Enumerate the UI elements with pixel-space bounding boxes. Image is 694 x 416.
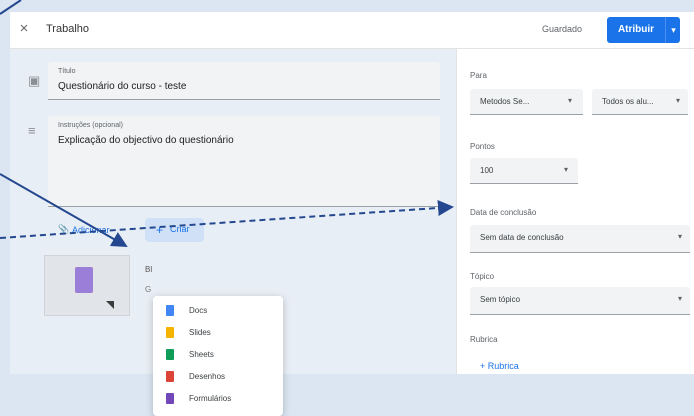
create-menu: Docs Slides Sheets Desenhos Formulários	[153, 296, 283, 416]
add-rubric-button[interactable]: + Rubrica	[480, 361, 519, 371]
forms-icon	[166, 393, 174, 404]
assign-button[interactable]: Atribuir	[607, 17, 665, 43]
class-select[interactable]: Metodos Se... ▾	[470, 89, 583, 115]
points-value: 100	[480, 166, 494, 175]
docs-icon	[166, 305, 174, 316]
drawings-icon	[166, 371, 174, 382]
students-value: Todos os alu...	[602, 97, 654, 106]
topic-select[interactable]: Sem tópico ▾	[470, 287, 690, 315]
plus-icon: +	[156, 223, 164, 237]
points-label: Pontos	[470, 142, 495, 151]
menu-item-docs[interactable]: Docs	[153, 301, 283, 321]
students-select[interactable]: Todos os alu... ▾	[592, 89, 688, 115]
for-label: Para	[470, 71, 487, 80]
menu-label-sheets: Sheets	[189, 350, 214, 359]
chevron-down-icon: ▾	[564, 165, 569, 174]
topic-value: Sem tópico	[480, 295, 521, 304]
menu-label-slides: Slides	[189, 328, 211, 337]
instructions-value: Explicação do objectivo do questionário	[58, 135, 234, 146]
attachment-subtitle-partial: G	[145, 285, 152, 294]
corner-fold-icon	[106, 301, 114, 309]
assign-options-button[interactable]: ▾	[665, 17, 681, 43]
menu-item-drawings[interactable]: Desenhos	[153, 367, 283, 387]
chevron-down-icon: ▾	[678, 294, 683, 303]
title-value: Questionário do curso - teste	[58, 81, 187, 92]
page-title: Trabalho	[46, 23, 90, 35]
chevron-down-icon: ▾	[676, 96, 681, 105]
forms-file-icon	[75, 267, 93, 293]
create-button[interactable]: + Criar	[145, 218, 204, 242]
attached-form-card[interactable]	[44, 255, 130, 316]
assignment-details: ▣ Título Questionário do curso - teste ≡…	[10, 49, 456, 416]
slides-icon	[166, 327, 174, 338]
close-icon[interactable]: ×	[16, 21, 32, 37]
menu-label-drawings: Desenhos	[189, 372, 226, 381]
instructions-field[interactable]: Instruções (opcional) Explicação do obje…	[48, 116, 440, 207]
due-date-label: Data de conclusão	[470, 208, 537, 217]
due-date-value: Sem data de conclusão	[480, 233, 564, 242]
attach-icon[interactable]: 📎	[58, 224, 69, 235]
points-select[interactable]: 100 ▾	[470, 158, 578, 184]
add-button[interactable]: Adicionar	[72, 225, 110, 235]
menu-label-docs: Docs	[189, 306, 208, 315]
menu-item-forms[interactable]: Formulários	[153, 389, 283, 409]
sheets-icon	[166, 349, 174, 360]
class-value: Metodos Se...	[480, 97, 530, 106]
menu-item-sheets[interactable]: Sheets	[153, 345, 283, 365]
save-status: Guardado	[542, 24, 583, 34]
header-bar: × Trabalho Guardado Atribuir ▾	[10, 12, 694, 49]
attachment-title-partial: Bl	[145, 265, 153, 274]
chevron-down-icon: ▾	[678, 232, 683, 241]
menu-item-slides[interactable]: Slides	[153, 323, 283, 343]
due-date-select[interactable]: Sem data de conclusão ▾	[470, 225, 690, 253]
chevron-down-icon: ▾	[568, 96, 573, 105]
rubric-label: Rubrica	[470, 335, 498, 344]
assignment-settings-panel: Para Metodos Se... ▾ Todos os alu... ▾ P…	[456, 49, 694, 374]
instructions-label: Instruções (opcional)	[58, 122, 123, 129]
instructions-lines-icon: ≡	[28, 123, 36, 138]
assignment-editor: × Trabalho Guardado Atribuir ▾ ▣ Título …	[0, 0, 694, 416]
title-field[interactable]: Título Questionário do curso - teste	[48, 62, 440, 100]
assign-button-group: Atribuir ▾	[607, 17, 680, 43]
menu-label-forms: Formulários	[189, 394, 232, 403]
title-document-icon: ▣	[28, 73, 41, 88]
topic-label: Tópico	[470, 272, 495, 281]
title-label: Título	[58, 68, 76, 75]
create-label: Criar	[170, 224, 190, 234]
